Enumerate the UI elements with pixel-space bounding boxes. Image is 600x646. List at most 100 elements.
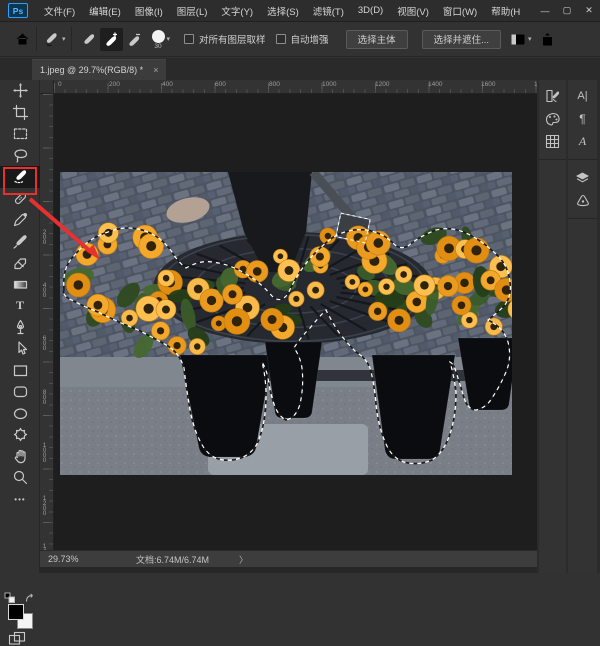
document-size-info: 文档:6.74M/6.74M bbox=[136, 553, 209, 566]
menu-filter[interactable]: 滤镜(T) bbox=[306, 0, 351, 22]
ruler-label: 1200 bbox=[41, 495, 48, 515]
menu-layer[interactable]: 图层(L) bbox=[170, 0, 215, 22]
menu-3d[interactable]: 3D(D) bbox=[351, 0, 390, 22]
menu-select[interactable]: 选择(S) bbox=[260, 0, 306, 22]
direct-selection-tool[interactable] bbox=[0, 338, 40, 360]
brush-settings-panel-icon[interactable] bbox=[539, 84, 566, 107]
menu-image[interactable]: 图像(I) bbox=[128, 0, 170, 22]
menu-bar: Ps 文件(F) 编辑(E) 图像(I) 图层(L) 文字(Y) 选择(S) 滤… bbox=[0, 0, 600, 22]
tool-preset-icon[interactable]: ▾ bbox=[42, 31, 66, 48]
ruler-label: 1000 bbox=[41, 442, 48, 462]
paragraph-panel-icon[interactable]: ¶ bbox=[568, 107, 597, 130]
ellipse-tool[interactable] bbox=[0, 403, 40, 425]
photoshop-logo: Ps bbox=[8, 3, 28, 18]
window-footer bbox=[40, 567, 537, 573]
lasso-tool[interactable] bbox=[0, 145, 40, 167]
ruler-label: 0 bbox=[58, 81, 62, 88]
layers-panel-icon[interactable] bbox=[568, 166, 597, 189]
ruler-label: 600 bbox=[215, 81, 226, 88]
chevron-down-icon: ▾ bbox=[62, 35, 66, 43]
move-tool[interactable] bbox=[0, 80, 40, 102]
new-selection-mode-button[interactable] bbox=[77, 28, 100, 51]
auto-enhance-label: 自动增强 bbox=[291, 32, 329, 46]
tab-close-icon[interactable]: × bbox=[153, 65, 158, 75]
select-subject-button[interactable]: 选择主体 bbox=[346, 30, 408, 49]
ruler-label: 800 bbox=[41, 389, 48, 404]
custom-shape-tool[interactable] bbox=[0, 424, 40, 446]
gradient-tool[interactable] bbox=[0, 274, 40, 296]
character-panel-icon[interactable]: A| bbox=[568, 84, 597, 107]
marquee-tool[interactable] bbox=[0, 123, 40, 145]
horizontal-ruler: 0 200 400 600 800 1000 1200 1400 1600 18… bbox=[54, 80, 537, 94]
color-panel-icon[interactable] bbox=[539, 107, 566, 130]
swatches-panel-icon[interactable] bbox=[539, 130, 566, 153]
brush-tool[interactable] bbox=[0, 231, 40, 253]
ruler-label: 1400 bbox=[41, 543, 48, 550]
screen-mode-icon[interactable] bbox=[8, 631, 27, 646]
ruler-origin-corner[interactable] bbox=[40, 80, 54, 94]
zoom-tool[interactable] bbox=[0, 467, 40, 489]
subtract-selection-mode-button[interactable] bbox=[123, 28, 146, 51]
more-tools[interactable]: ••• bbox=[0, 489, 40, 511]
document-tab[interactable]: 1.jpeg @ 29.7%(RGB/8) * × bbox=[32, 59, 166, 80]
default-colors-control[interactable] bbox=[4, 592, 36, 604]
minimize-button[interactable]: — bbox=[534, 0, 556, 22]
menu-file[interactable]: 文件(F) bbox=[37, 0, 82, 22]
document-image[interactable] bbox=[60, 172, 512, 475]
type-tool[interactable]: T bbox=[0, 295, 40, 317]
auto-enhance-checkbox[interactable] bbox=[276, 34, 286, 44]
ruler-label: 400 bbox=[162, 81, 173, 88]
swap-colors-icon[interactable] bbox=[24, 593, 36, 604]
rounded-rectangle-tool[interactable] bbox=[0, 381, 40, 403]
divider bbox=[71, 27, 72, 51]
ruler-label: 600 bbox=[41, 335, 48, 350]
vertical-ruler: 200 400 600 800 1000 1200 1400 bbox=[40, 94, 54, 550]
ruler-label: 1000 bbox=[322, 81, 336, 88]
status-bar: 29.73% 文档:6.74M/6.74M 〉 bbox=[40, 550, 537, 567]
crop-tool[interactable] bbox=[0, 102, 40, 124]
foreground-color-swatch[interactable] bbox=[8, 604, 24, 620]
workspace-switcher-icon[interactable]: ▾ bbox=[510, 33, 532, 46]
brush-preview-circle bbox=[152, 30, 165, 43]
pen-tool[interactable] bbox=[0, 317, 40, 339]
brush-size-value: 30 bbox=[154, 44, 161, 49]
select-and-mask-button[interactable]: 选择并遮住... bbox=[422, 30, 501, 49]
divider bbox=[36, 27, 37, 51]
tutorial-highlight-box bbox=[3, 167, 37, 195]
sample-all-layers-label: 对所有图层取样 bbox=[199, 32, 266, 46]
maximize-button[interactable]: ▢ bbox=[556, 0, 578, 22]
brush-size-picker[interactable]: 30 ▾ bbox=[152, 30, 171, 49]
default-colors-icon[interactable] bbox=[4, 592, 17, 604]
share-icon[interactable] bbox=[540, 32, 555, 47]
properties-panel-icon[interactable] bbox=[568, 189, 597, 212]
menu-help[interactable]: 帮助(H bbox=[484, 0, 527, 22]
document-tab-bar: 1.jpeg @ 29.7%(RGB/8) * × bbox=[0, 58, 600, 80]
zoom-level-field[interactable]: 29.73% bbox=[48, 554, 118, 564]
chevron-down-icon: ▾ bbox=[167, 35, 171, 43]
panel-dock: A| ¶ A bbox=[537, 80, 600, 573]
status-options-chevron[interactable]: 〉 bbox=[239, 553, 248, 566]
eyedropper-tool[interactable] bbox=[0, 209, 40, 231]
tools-panel: T ••• bbox=[0, 80, 40, 573]
add-selection-mode-button[interactable] bbox=[100, 28, 123, 51]
ruler-label: 1600 bbox=[481, 81, 495, 88]
ruler-label: 200 bbox=[41, 229, 48, 244]
home-icon[interactable] bbox=[14, 31, 31, 47]
menu-window[interactable]: 窗口(W) bbox=[436, 0, 484, 22]
chevron-down-icon: ▾ bbox=[528, 35, 532, 43]
ruler-label: 800 bbox=[269, 81, 280, 88]
ruler-label: 1200 bbox=[375, 81, 389, 88]
close-button[interactable]: ✕ bbox=[578, 0, 600, 22]
hand-tool[interactable] bbox=[0, 446, 40, 468]
sample-all-layers-checkbox[interactable] bbox=[184, 34, 194, 44]
menu-type[interactable]: 文字(Y) bbox=[214, 0, 260, 22]
document-tab-title: 1.jpeg @ 29.7%(RGB/8) * bbox=[40, 65, 143, 75]
tool-options-bar: ▾ 30 ▾ 对所有图层取样 自动增强 选择主体 选择并遮住... ▾ bbox=[0, 22, 600, 57]
glyphs-panel-icon[interactable]: A bbox=[568, 130, 597, 153]
eraser-tool[interactable] bbox=[0, 252, 40, 274]
menu-view[interactable]: 视图(V) bbox=[390, 0, 436, 22]
window-controls: — ▢ ✕ bbox=[534, 0, 600, 22]
canvas-area[interactable] bbox=[54, 94, 537, 550]
rectangle-tool[interactable] bbox=[0, 360, 40, 382]
menu-edit[interactable]: 编辑(E) bbox=[82, 0, 128, 22]
